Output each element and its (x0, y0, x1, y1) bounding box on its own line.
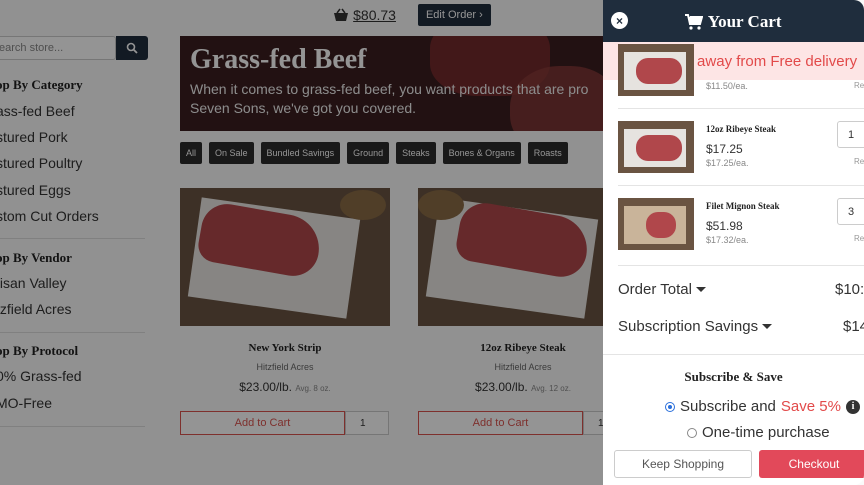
cart-header: × Your Cart (603, 0, 864, 42)
subscribe-option[interactable]: Subscribe and Save 5% i (665, 398, 860, 415)
divider (618, 185, 864, 186)
radio-selected[interactable] (665, 401, 675, 412)
divider (618, 265, 864, 266)
save-percent: Save 5% (780, 398, 841, 415)
item-each-price: $17.32/ea. (706, 235, 749, 245)
remove-link[interactable]: Re (854, 234, 864, 243)
item-name: 12oz Ribeye Steak (706, 124, 776, 134)
caret-down-icon (695, 287, 706, 292)
remove-link[interactable]: Re (854, 81, 864, 90)
onetime-option[interactable]: One-time purchase (687, 424, 830, 441)
item-thumbnail (618, 198, 694, 250)
info-icon[interactable]: i (845, 399, 860, 414)
shopping-cart-icon (685, 14, 704, 30)
checkout-button[interactable]: Checkout (759, 450, 864, 478)
item-price: $17.25 (706, 142, 743, 156)
item-price: $51.98 (706, 219, 743, 233)
item-each-price: $17.25/ea. (706, 158, 749, 168)
item-thumbnail (618, 121, 694, 173)
keep-shopping-button[interactable]: Keep Shopping (614, 450, 752, 478)
divider (603, 354, 864, 355)
remove-link[interactable]: Re (854, 157, 864, 166)
item-each-price: $11.50/ea. (706, 81, 748, 91)
subscription-savings-value: $14 (843, 318, 864, 335)
item-name: Filet Mignon Steak (706, 201, 780, 211)
order-total-value: $10: (835, 281, 864, 298)
divider (618, 108, 864, 109)
item-quantity-input[interactable]: 1 (837, 121, 864, 148)
subscribe-heading: Subscribe & Save (684, 369, 783, 384)
cart-title: Your Cart (707, 12, 782, 32)
cart-drawer: × Your Cart $19.27 away from Free delive… (603, 0, 864, 485)
item-thumbnail (618, 44, 694, 96)
radio-unselected[interactable] (687, 427, 697, 438)
caret-down-icon (762, 324, 773, 329)
modal-backdrop[interactable] (0, 0, 603, 485)
subscription-savings-toggle[interactable]: Subscription Savings (618, 318, 773, 335)
order-total-toggle[interactable]: Order Total (618, 281, 706, 298)
item-quantity-input[interactable]: 3 (837, 198, 864, 225)
